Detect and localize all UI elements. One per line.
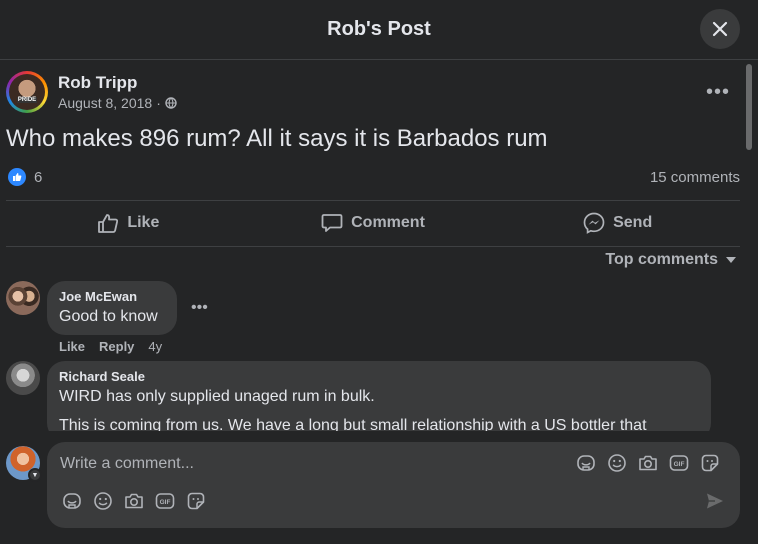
more-icon: •••: [705, 81, 730, 103]
comment-sort-dropdown[interactable]: Top comments: [605, 251, 736, 269]
emoji-button[interactable]: [606, 452, 628, 474]
caret-down-icon: [726, 257, 736, 263]
gif-button[interactable]: GIF: [668, 452, 690, 474]
close-button[interactable]: [700, 9, 740, 49]
my-avatar[interactable]: ▼: [6, 446, 42, 482]
sticker-button[interactable]: [185, 490, 207, 512]
emoji-icon: [608, 454, 626, 472]
commenter-name[interactable]: Joe McEwan: [59, 289, 165, 304]
like-button[interactable]: Like: [6, 201, 251, 245]
commenter-avatar[interactable]: [6, 281, 40, 315]
avatar-sticker-button[interactable]: [575, 452, 597, 474]
comment-item: Joe McEwan Good to know ••• Like Reply 4…: [6, 281, 208, 354]
chevron-down-icon: ▼: [28, 468, 42, 482]
send-button[interactable]: Send: [495, 201, 740, 245]
svg-text:GIF: GIF: [160, 499, 171, 506]
emoji-icon: [94, 492, 112, 510]
send-comment-button[interactable]: [706, 492, 724, 515]
comment-bubble: Joe McEwan Good to know: [47, 281, 177, 335]
commenter-avatar[interactable]: [6, 361, 40, 395]
close-icon: [712, 21, 728, 37]
author-avatar[interactable]: PRIDE: [6, 71, 48, 113]
reactions-summary[interactable]: 6: [8, 168, 42, 186]
comment-count[interactable]: 15 comments: [650, 169, 740, 186]
avatar-sticker-icon: [577, 455, 595, 471]
gif-button[interactable]: GIF: [154, 490, 176, 512]
comment-composer: ▼ Write a comment... GIF GIF: [6, 442, 740, 530]
messenger-icon: [583, 212, 605, 234]
sticker-icon: [701, 454, 719, 472]
camera-icon: [639, 455, 657, 471]
svg-text:GIF: GIF: [674, 461, 685, 468]
comment-sort-label: Top comments: [605, 251, 718, 268]
send-label: Send: [613, 214, 653, 231]
commenter-name[interactable]: Richard Seale: [59, 369, 699, 384]
like-label: Like: [127, 214, 160, 231]
composer-icons-bottom: GIF: [61, 490, 216, 512]
emoji-button[interactable]: [92, 490, 114, 512]
post-scroll-area[interactable]: PRIDE Rob Tripp August 8, 2018 · ••• Who…: [0, 61, 758, 431]
scrollbar-thumb[interactable]: [746, 64, 752, 150]
comment-text-continued: This is coming from us. We have a long b…: [59, 417, 647, 431]
post-actions: Like Comment Send: [6, 201, 740, 245]
comment-bubble: Richard Seale WIRD has only supplied una…: [47, 361, 711, 431]
comment-age[interactable]: 4y: [148, 339, 162, 354]
comment-more-button[interactable]: •••: [191, 299, 208, 335]
sticker-button[interactable]: [699, 452, 721, 474]
author-name[interactable]: Rob Tripp: [58, 73, 177, 93]
thumbs-up-icon: [98, 214, 119, 233]
gif-icon: GIF: [669, 455, 689, 471]
comment-input[interactable]: Write a comment... GIF GIF: [47, 442, 740, 528]
divider: [6, 246, 740, 247]
sticker-icon: [187, 492, 205, 510]
dialog-header: Rob's Post: [0, 0, 758, 60]
comment-like-link[interactable]: Like: [59, 339, 85, 354]
camera-icon: [125, 493, 143, 509]
comment-item: Richard Seale WIRD has only supplied una…: [6, 361, 711, 431]
like-reaction-icon: [8, 168, 26, 186]
comment-meta: Like Reply 4y: [59, 339, 208, 354]
post-more-button[interactable]: •••: [706, 81, 730, 104]
comment-icon: [321, 214, 343, 232]
avatar-sticker-button[interactable]: [61, 490, 83, 512]
comment-text: WIRD has only supplied unaged rum in bul…: [59, 388, 375, 405]
post-text: Who makes 896 rum? All it says it is Bar…: [6, 125, 548, 152]
camera-button[interactable]: [637, 452, 659, 474]
post-date[interactable]: August 8, 2018: [58, 95, 152, 111]
avatar-badge: PRIDE: [16, 97, 38, 103]
comment-placeholder: Write a comment...: [60, 455, 194, 472]
comment-button[interactable]: Comment: [251, 201, 496, 245]
thumbs-up-icon: [13, 173, 22, 181]
globe-icon: [165, 97, 177, 109]
composer-icons-top: GIF: [575, 452, 730, 474]
comment-text: Good to know: [59, 308, 158, 325]
reaction-count: 6: [34, 168, 43, 186]
send-icon: [707, 493, 723, 509]
comment-label: Comment: [351, 214, 425, 231]
more-icon: •••: [191, 299, 208, 316]
camera-button[interactable]: [123, 490, 145, 512]
post-author-row: PRIDE Rob Tripp August 8, 2018 ·: [6, 71, 177, 113]
gif-icon: GIF: [155, 493, 175, 509]
comment-reply-link[interactable]: Reply: [99, 339, 134, 354]
dialog-title: Rob's Post: [327, 18, 431, 40]
avatar-sticker-icon: [63, 493, 81, 509]
